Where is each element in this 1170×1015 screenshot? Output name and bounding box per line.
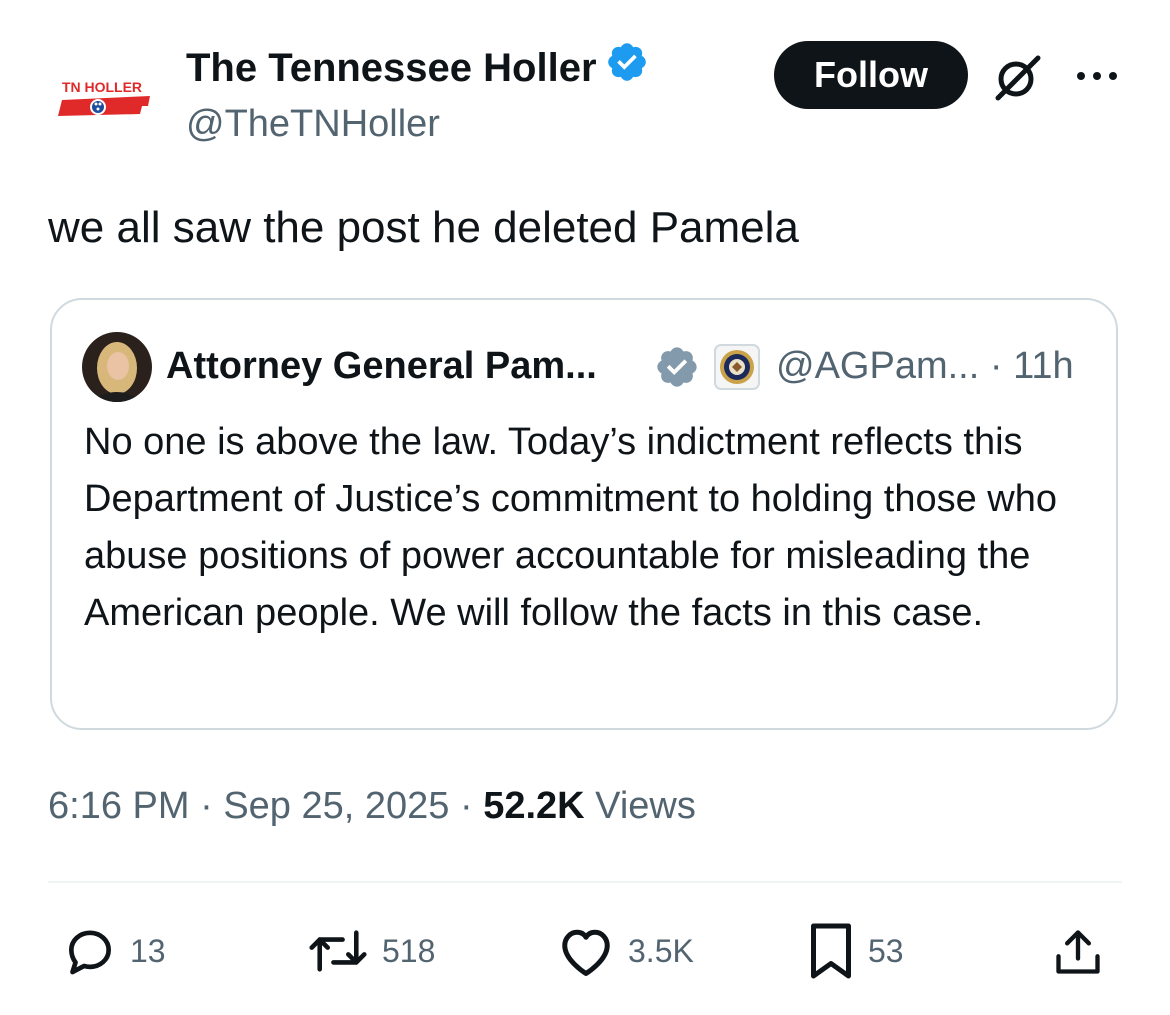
verified-badge-icon <box>605 40 649 95</box>
like-button[interactable]: 3.5K <box>556 920 694 982</box>
meta-separator: · <box>200 785 213 827</box>
doj-seal-icon <box>714 344 760 390</box>
quote-handle: @AGPam... <box>776 345 980 387</box>
more-icon[interactable] <box>1072 66 1122 86</box>
bookmark-icon <box>811 923 851 979</box>
tweet-date[interactable]: Sep 25, 2025 <box>223 785 449 827</box>
author-name-text: The Tennessee Holler <box>186 46 597 90</box>
author-handle[interactable]: @TheTNHoller <box>186 100 440 148</box>
grok-icon[interactable] <box>992 52 1044 102</box>
bookmark-count: 53 <box>868 932 904 969</box>
reply-count: 13 <box>130 932 166 969</box>
quote-text: No one is above the law. Today’s indictm… <box>84 421 1057 634</box>
bookmark-button[interactable]: 53 <box>806 920 904 982</box>
share-icon <box>1056 930 1100 974</box>
like-count: 3.5K <box>628 932 694 969</box>
gray-verified-badge-icon <box>654 344 700 390</box>
repost-button[interactable]: 518 <box>306 920 435 982</box>
tn-holler-logo-icon: TN HOLLER <box>58 79 150 116</box>
quote-time: · 11h <box>989 345 1074 387</box>
author-avatar[interactable]: TN HOLLER <box>52 62 158 146</box>
quote-display-name: Attorney General Pam... <box>166 345 597 387</box>
follow-button[interactable]: Follow <box>774 41 968 109</box>
views-label: Views <box>595 785 696 827</box>
reply-button[interactable]: 13 <box>62 920 166 982</box>
meta-separator: · <box>459 785 473 827</box>
divider <box>48 881 1122 883</box>
repost-icon <box>309 930 367 972</box>
tweet-meta: 6:16 PM · Sep 25, 2025 · 52.2K Views <box>48 780 696 832</box>
tweet-time[interactable]: 6:16 PM <box>48 785 190 827</box>
like-icon <box>562 929 610 976</box>
author-display-name[interactable]: The Tennessee Holler <box>186 43 649 95</box>
reply-icon <box>69 930 111 975</box>
share-button[interactable] <box>1052 926 1104 978</box>
tweet-text: we all saw the post he deleted Pamela <box>48 203 799 252</box>
quote-avatar[interactable] <box>82 332 152 402</box>
quote-handle-time: @AGPam... · 11h <box>776 342 1074 390</box>
logo-text: TN HOLLER <box>62 79 142 95</box>
repost-count: 518 <box>382 932 436 969</box>
views-count: 52.2K <box>483 785 585 827</box>
